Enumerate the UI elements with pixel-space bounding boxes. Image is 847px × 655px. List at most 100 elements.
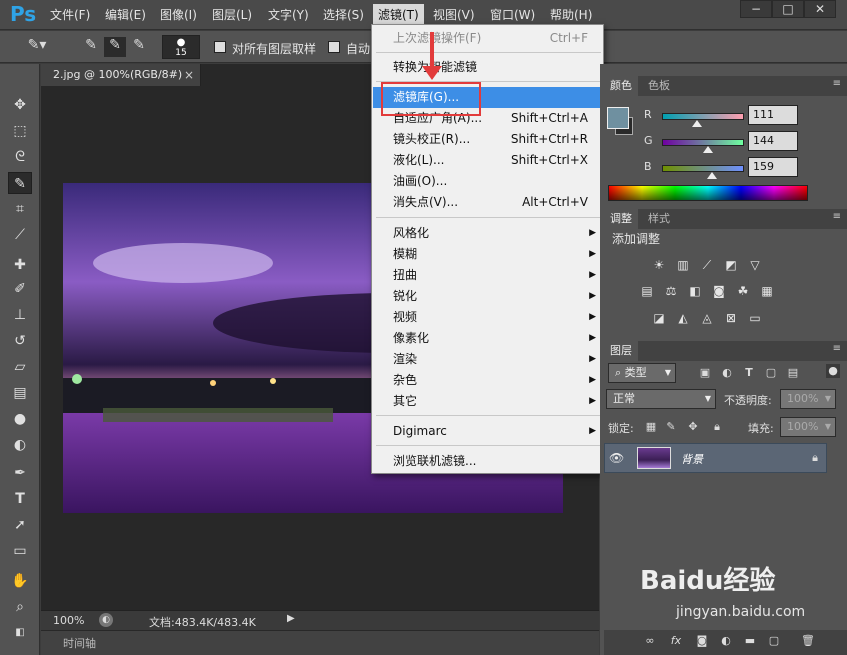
marquee-tool-icon[interactable]: ⬚ xyxy=(8,120,32,142)
blue-slider-thumb[interactable] xyxy=(707,172,717,179)
lasso-tool-icon[interactable]: ᘓ xyxy=(8,146,32,168)
menu-item-pixelate[interactable]: 像素化 ▶ xyxy=(373,328,602,349)
blue-value-input[interactable]: 159 xyxy=(748,157,798,177)
menu-help[interactable]: 帮助(H) xyxy=(550,6,592,23)
exposure-icon[interactable]: ◩ xyxy=(722,257,740,273)
menu-edit[interactable]: 编辑(E) xyxy=(105,6,146,23)
red-slider-thumb[interactable] xyxy=(692,120,702,127)
menu-type[interactable]: 文字(Y) xyxy=(268,6,309,23)
minimize-button[interactable]: − xyxy=(740,0,772,18)
foreground-color-swatch[interactable] xyxy=(607,107,629,129)
status-expand-icon[interactable]: ▶ xyxy=(287,613,295,624)
menu-item-sharpen[interactable]: 锐化 ▶ xyxy=(373,286,602,307)
menu-item-browse-online-filters[interactable]: 浏览联机滤镜... xyxy=(373,451,602,472)
green-slider[interactable] xyxy=(662,139,744,146)
eye-icon[interactable]: 👁︎ xyxy=(609,451,625,465)
quick-select-preset-icon[interactable]: ✎▾ xyxy=(26,37,48,57)
zoom-tool-icon[interactable]: ⌕ xyxy=(8,596,32,618)
layer-mask-icon[interactable]: ◙ xyxy=(694,634,710,650)
lock-transparency-icon[interactable]: ▦ xyxy=(644,420,658,434)
layer-filter-type-dropdown[interactable]: ⌕ 类型 ▼ xyxy=(608,363,676,383)
hue-saturation-icon[interactable]: ▤ xyxy=(638,283,656,299)
group-folder-icon[interactable]: ▬ xyxy=(742,634,758,650)
menu-item-smart-filter[interactable]: 转换为智能滤镜 xyxy=(373,57,602,78)
eyedropper-tool-icon[interactable]: ⟋ xyxy=(8,224,32,246)
menu-item-last-filter[interactable]: 上次滤镜操作(F) Ctrl+F xyxy=(373,28,602,49)
shape-tool-icon[interactable]: ▭ xyxy=(8,540,32,562)
menu-image[interactable]: 图像(I) xyxy=(160,6,197,23)
filter-toggle-icon[interactable]: ● xyxy=(826,364,840,378)
new-selection-icon[interactable]: ✎ xyxy=(80,37,102,57)
quick-select-tool-icon[interactable]: ✎ xyxy=(8,172,32,194)
add-selection-icon[interactable]: ✎ xyxy=(104,37,126,57)
menu-item-liquify[interactable]: 液化(L)... Shift+Ctrl+X xyxy=(373,150,602,171)
status-options-icon[interactable]: ◐ xyxy=(99,613,113,627)
brush-size-picker[interactable]: ● 15 xyxy=(162,35,200,59)
tab-layers[interactable]: 图层 xyxy=(604,341,638,361)
tab-swatches[interactable]: 色板 xyxy=(642,76,676,96)
maximize-button[interactable]: □ xyxy=(772,0,804,18)
filter-type-icon[interactable]: T xyxy=(742,366,756,380)
menu-item-digimarc[interactable]: Digimarc ▶ xyxy=(373,421,602,442)
red-value-input[interactable]: 111 xyxy=(748,105,798,125)
panel-menu-icon[interactable]: ≡ xyxy=(833,211,841,222)
lock-pixels-icon[interactable]: ✎ xyxy=(664,420,678,434)
menu-item-lens-correction[interactable]: 镜头校正(R)... Shift+Ctrl+R xyxy=(373,129,602,150)
gradient-map-icon[interactable]: ▭ xyxy=(746,310,764,326)
selective-color-icon[interactable]: ⊠ xyxy=(722,310,740,326)
tab-adjustments[interactable]: 调整 xyxy=(604,209,638,229)
blend-mode-dropdown[interactable]: 正常 ▼ xyxy=(606,389,716,409)
red-slider[interactable] xyxy=(662,113,744,120)
eraser-tool-icon[interactable]: ▱ xyxy=(8,356,32,378)
auto-enhance-checkbox[interactable] xyxy=(328,41,340,53)
green-value-input[interactable]: 144 xyxy=(748,131,798,151)
blur-tool-icon[interactable]: ● xyxy=(8,408,32,430)
color-lookup-icon[interactable]: ▦ xyxy=(758,283,776,299)
filter-adjust-icon[interactable]: ◐ xyxy=(720,366,734,380)
menu-item-video[interactable]: 视频 ▶ xyxy=(373,307,602,328)
vibrance-icon[interactable]: ▽ xyxy=(746,257,764,273)
brightness-icon[interactable]: ☀ xyxy=(650,257,668,273)
lock-position-icon[interactable]: ✥ xyxy=(686,420,700,434)
hand-tool-icon[interactable]: ✋ xyxy=(8,570,32,592)
color-spectrum-bar[interactable] xyxy=(608,185,808,201)
brush-tool-icon[interactable]: ✐ xyxy=(8,278,32,300)
panel-menu-icon[interactable]: ≡ xyxy=(833,343,841,354)
layer-row-background[interactable]: 👁︎ 背景 🔒︎ xyxy=(604,443,827,473)
close-icon[interactable]: × xyxy=(184,64,194,86)
type-tool-icon[interactable]: T xyxy=(8,488,32,510)
green-slider-thumb[interactable] xyxy=(703,146,713,153)
document-tab[interactable]: 2.jpg @ 100%(RGB/8#) × xyxy=(41,64,201,86)
zoom-level[interactable]: 100% xyxy=(53,614,84,627)
invert-icon[interactable]: ◪ xyxy=(650,310,668,326)
subtract-selection-icon[interactable]: ✎ xyxy=(128,37,150,57)
new-layer-icon[interactable]: ▢ xyxy=(766,634,782,650)
healing-tool-icon[interactable]: ✚ xyxy=(8,254,32,276)
menu-item-oil-paint[interactable]: 油画(O)... xyxy=(373,171,602,192)
menu-file[interactable]: 文件(F) xyxy=(50,6,90,23)
dodge-tool-icon[interactable]: ◐ xyxy=(8,434,32,456)
menu-item-vanishing-point[interactable]: 消失点(V)... Alt+Ctrl+V xyxy=(373,192,602,213)
close-button[interactable]: ✕ xyxy=(804,0,836,18)
filter-shape-icon[interactable]: ▢ xyxy=(764,366,778,380)
menu-item-render[interactable]: 渲染 ▶ xyxy=(373,349,602,370)
panel-menu-icon[interactable]: ≡ xyxy=(833,78,841,89)
color-swatches-icon[interactable]: ◧ xyxy=(8,622,32,644)
stamp-tool-icon[interactable]: ⊥ xyxy=(8,304,32,326)
curves-icon[interactable]: ⟋ xyxy=(698,257,716,273)
history-brush-tool-icon[interactable]: ↺ xyxy=(8,330,32,352)
threshold-icon[interactable]: ◬ xyxy=(698,310,716,326)
timeline-panel-tab[interactable]: 时间轴 xyxy=(41,631,599,655)
trash-icon[interactable]: 🗑︎ xyxy=(800,634,816,650)
adjustment-layer-icon[interactable]: ◐ xyxy=(718,634,734,650)
photo-filter-icon[interactable]: ◙ xyxy=(710,283,728,299)
move-tool-icon[interactable]: ✥ xyxy=(8,94,32,116)
opacity-input[interactable]: 100% ▼ xyxy=(780,389,836,409)
menu-select[interactable]: 选择(S) xyxy=(323,6,364,23)
menu-window[interactable]: 窗口(W) xyxy=(490,6,535,23)
layer-style-icon[interactable]: fx xyxy=(668,634,684,650)
layer-name[interactable]: 背景 xyxy=(681,451,703,467)
blue-slider[interactable] xyxy=(662,165,744,172)
gradient-tool-icon[interactable]: ▤ xyxy=(8,382,32,404)
menu-item-blur[interactable]: 模糊 ▶ xyxy=(373,244,602,265)
